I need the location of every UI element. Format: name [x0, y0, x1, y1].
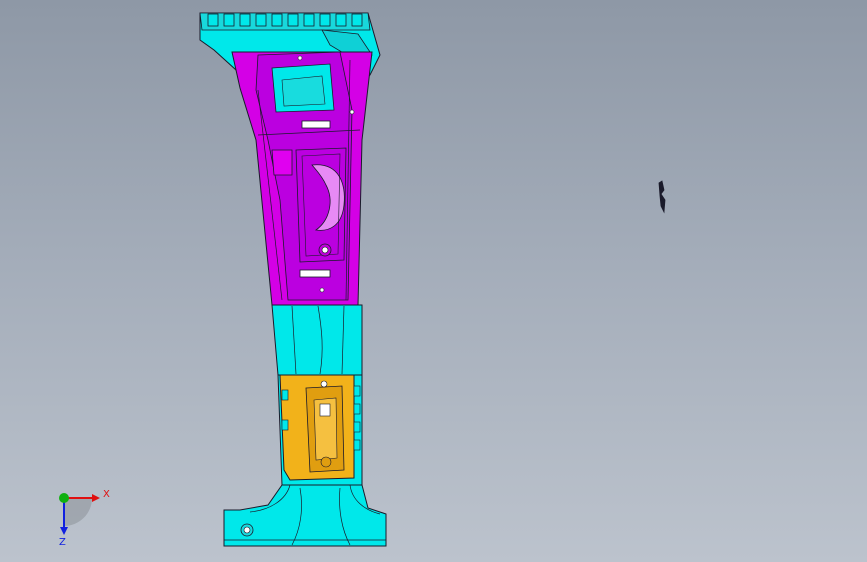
x-axis-label: X: [103, 489, 110, 500]
triad-quarter-disc: [64, 498, 92, 526]
orange-hole-1: [320, 380, 328, 388]
slot-upper: [301, 120, 331, 129]
orange-hole-2: [320, 456, 332, 468]
3d-model-view[interactable]: X Z: [0, 0, 867, 562]
middle-band[interactable]: [271, 304, 363, 376]
z-axis-label: Z: [59, 537, 66, 548]
orange-slot: [319, 403, 331, 417]
coordinate-triad: X Z: [59, 489, 110, 548]
middle-band-body: [271, 304, 363, 376]
upper-window-inner: [281, 75, 326, 107]
graphics-viewport[interactable]: X Z: [0, 0, 867, 562]
slot-lower: [299, 269, 331, 278]
base-body: [223, 484, 387, 547]
small-fragment[interactable]: [658, 180, 666, 214]
base-flange[interactable]: [223, 484, 387, 547]
upper-panel[interactable]: [231, 51, 373, 306]
lower-reinforcement[interactable]: [277, 374, 363, 486]
base-hole-inner: [243, 526, 251, 534]
hole-4: [349, 109, 355, 115]
hole-5: [319, 287, 325, 293]
hole-2: [321, 246, 329, 254]
z-axis-arrow: [60, 527, 68, 535]
side-cutout: [271, 149, 293, 176]
y-axis-dot: [59, 493, 69, 503]
hole-3: [297, 55, 303, 61]
x-axis-arrow: [92, 494, 100, 502]
